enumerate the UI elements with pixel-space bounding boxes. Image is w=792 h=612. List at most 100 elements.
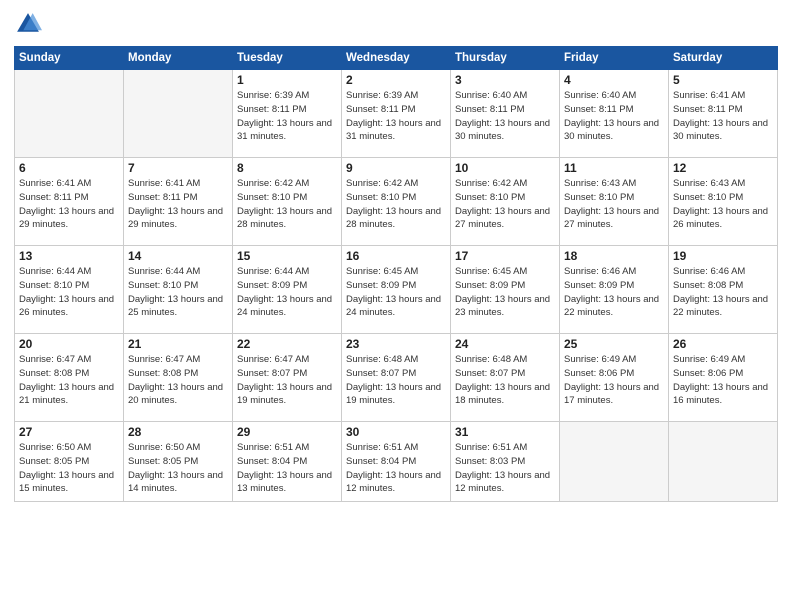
calendar-cell: 20 Sunrise: 6:47 AM Sunset: 8:08 PM Dayli… (15, 334, 124, 422)
day-number: 2 (346, 73, 446, 87)
calendar-cell: 31 Sunrise: 6:51 AM Sunset: 8:03 PM Dayli… (451, 422, 560, 502)
calendar-cell (124, 70, 233, 158)
day-number: 3 (455, 73, 555, 87)
day-detail: Sunrise: 6:44 AM Sunset: 8:09 PM Dayligh… (237, 265, 337, 320)
week-row-2: 13 Sunrise: 6:44 AM Sunset: 8:10 PM Dayli… (15, 246, 778, 334)
calendar-cell: 25Sunrise: 6:49 AM Sunset: 8:06 PM Dayli… (560, 334, 669, 422)
calendar-cell: 28 Sunrise: 6:50 AM Sunset: 8:05 PM Dayli… (124, 422, 233, 502)
day-detail: Sunrise: 6:41 AM Sunset: 8:11 PM Dayligh… (673, 89, 773, 144)
day-detail: Sunrise: 6:49 AM Sunset: 8:06 PM Dayligh… (673, 353, 773, 408)
day-detail: Sunrise: 6:42 AM Sunset: 8:10 PM Dayligh… (346, 177, 446, 232)
day-detail: Sunrise: 6:47 AM Sunset: 8:08 PM Dayligh… (19, 353, 119, 408)
day-detail: Sunrise: 6:51 AM Sunset: 8:04 PM Dayligh… (346, 441, 446, 496)
day-detail: Sunrise: 6:47 AM Sunset: 8:08 PM Dayligh… (128, 353, 228, 408)
day-detail: Sunrise: 6:42 AM Sunset: 8:10 PM Dayligh… (237, 177, 337, 232)
calendar-cell: 23 Sunrise: 6:48 AM Sunset: 8:07 PM Dayli… (342, 334, 451, 422)
day-number: 4 (564, 73, 664, 87)
day-detail: Sunrise: 6:51 AM Sunset: 8:04 PM Dayligh… (237, 441, 337, 496)
day-number: 28 (128, 425, 228, 439)
day-number: 21 (128, 337, 228, 351)
day-number: 10 (455, 161, 555, 175)
day-number: 9 (346, 161, 446, 175)
calendar-cell: 5 Sunrise: 6:41 AM Sunset: 8:11 PM Daylig… (669, 70, 778, 158)
calendar-cell (15, 70, 124, 158)
calendar-cell: 4 Sunrise: 6:40 AM Sunset: 8:11 PM Daylig… (560, 70, 669, 158)
day-detail: Sunrise: 6:41 AM Sunset: 8:11 PM Dayligh… (128, 177, 228, 232)
day-detail: Sunrise: 6:41 AM Sunset: 8:11 PM Dayligh… (19, 177, 119, 232)
day-number: 20 (19, 337, 119, 351)
weekday-header-row: SundayMondayTuesdayWednesdayThursdayFrid… (15, 47, 778, 70)
calendar-cell: 17 Sunrise: 6:45 AM Sunset: 8:09 PM Dayli… (451, 246, 560, 334)
calendar-cell: 30 Sunrise: 6:51 AM Sunset: 8:04 PM Dayli… (342, 422, 451, 502)
day-number: 17 (455, 249, 555, 263)
weekday-header-thursday: Thursday (451, 47, 560, 70)
day-number: 1 (237, 73, 337, 87)
day-number: 14 (128, 249, 228, 263)
day-detail: Sunrise: 6:46 AM Sunset: 8:08 PM Dayligh… (673, 265, 773, 320)
weekday-header-tuesday: Tuesday (233, 47, 342, 70)
day-detail: Sunrise: 6:46 AM Sunset: 8:09 PM Dayligh… (564, 265, 664, 320)
weekday-header-sunday: Sunday (15, 47, 124, 70)
weekday-header-friday: Friday (560, 47, 669, 70)
day-detail: Sunrise: 6:48 AM Sunset: 8:07 PM Dayligh… (455, 353, 555, 408)
calendar-cell: 26 Sunrise: 6:49 AM Sunset: 8:06 PM Dayli… (669, 334, 778, 422)
calendar-cell: 12Sunrise: 6:43 AM Sunset: 8:10 PM Dayli… (669, 158, 778, 246)
day-detail: Sunrise: 6:44 AM Sunset: 8:10 PM Dayligh… (19, 265, 119, 320)
calendar-cell (669, 422, 778, 502)
calendar-cell: 11 Sunrise: 6:43 AM Sunset: 8:10 PM Dayli… (560, 158, 669, 246)
day-detail: Sunrise: 6:45 AM Sunset: 8:09 PM Dayligh… (455, 265, 555, 320)
week-row-0: 1 Sunrise: 6:39 AM Sunset: 8:11 PM Daylig… (15, 70, 778, 158)
day-number: 25 (564, 337, 664, 351)
calendar-cell: 27Sunrise: 6:50 AM Sunset: 8:05 PM Dayli… (15, 422, 124, 502)
day-number: 26 (673, 337, 773, 351)
day-number: 15 (237, 249, 337, 263)
day-detail: Sunrise: 6:50 AM Sunset: 8:05 PM Dayligh… (128, 441, 228, 496)
day-detail: Sunrise: 6:39 AM Sunset: 8:11 PM Dayligh… (237, 89, 337, 144)
day-detail: Sunrise: 6:45 AM Sunset: 8:09 PM Dayligh… (346, 265, 446, 320)
calendar-cell: 9 Sunrise: 6:42 AM Sunset: 8:10 PM Daylig… (342, 158, 451, 246)
calendar-cell: 29Sunrise: 6:51 AM Sunset: 8:04 PM Dayli… (233, 422, 342, 502)
calendar-cell: 8 Sunrise: 6:42 AM Sunset: 8:10 PM Daylig… (233, 158, 342, 246)
day-detail: Sunrise: 6:51 AM Sunset: 8:03 PM Dayligh… (455, 441, 555, 496)
day-detail: Sunrise: 6:42 AM Sunset: 8:10 PM Dayligh… (455, 177, 555, 232)
logo-icon (14, 10, 42, 38)
day-number: 7 (128, 161, 228, 175)
logo (14, 10, 46, 38)
header (14, 10, 778, 38)
day-detail: Sunrise: 6:44 AM Sunset: 8:10 PM Dayligh… (128, 265, 228, 320)
calendar-table: SundayMondayTuesdayWednesdayThursdayFrid… (14, 46, 778, 502)
day-number: 18 (564, 249, 664, 263)
day-detail: Sunrise: 6:43 AM Sunset: 8:10 PM Dayligh… (673, 177, 773, 232)
calendar-cell: 6Sunrise: 6:41 AM Sunset: 8:11 PM Daylig… (15, 158, 124, 246)
calendar-cell: 2Sunrise: 6:39 AM Sunset: 8:11 PM Daylig… (342, 70, 451, 158)
day-number: 13 (19, 249, 119, 263)
day-detail: Sunrise: 6:40 AM Sunset: 8:11 PM Dayligh… (564, 89, 664, 144)
day-number: 16 (346, 249, 446, 263)
calendar-cell: 24Sunrise: 6:48 AM Sunset: 8:07 PM Dayli… (451, 334, 560, 422)
day-number: 5 (673, 73, 773, 87)
weekday-header-wednesday: Wednesday (342, 47, 451, 70)
week-row-4: 27Sunrise: 6:50 AM Sunset: 8:05 PM Dayli… (15, 422, 778, 502)
day-number: 8 (237, 161, 337, 175)
day-detail: Sunrise: 6:43 AM Sunset: 8:10 PM Dayligh… (564, 177, 664, 232)
day-number: 22 (237, 337, 337, 351)
weekday-header-saturday: Saturday (669, 47, 778, 70)
day-number: 11 (564, 161, 664, 175)
day-number: 31 (455, 425, 555, 439)
calendar-cell: 1 Sunrise: 6:39 AM Sunset: 8:11 PM Daylig… (233, 70, 342, 158)
calendar-cell: 10 Sunrise: 6:42 AM Sunset: 8:10 PM Dayli… (451, 158, 560, 246)
calendar-cell: 19Sunrise: 6:46 AM Sunset: 8:08 PM Dayli… (669, 246, 778, 334)
week-row-1: 6Sunrise: 6:41 AM Sunset: 8:11 PM Daylig… (15, 158, 778, 246)
day-detail: Sunrise: 6:50 AM Sunset: 8:05 PM Dayligh… (19, 441, 119, 496)
calendar-cell: 18 Sunrise: 6:46 AM Sunset: 8:09 PM Dayli… (560, 246, 669, 334)
calendar-cell: 21 Sunrise: 6:47 AM Sunset: 8:08 PM Dayli… (124, 334, 233, 422)
calendar-cell: 14 Sunrise: 6:44 AM Sunset: 8:10 PM Dayli… (124, 246, 233, 334)
calendar-cell: 3Sunrise: 6:40 AM Sunset: 8:11 PM Daylig… (451, 70, 560, 158)
calendar-cell: 7 Sunrise: 6:41 AM Sunset: 8:11 PM Daylig… (124, 158, 233, 246)
week-row-3: 20 Sunrise: 6:47 AM Sunset: 8:08 PM Dayli… (15, 334, 778, 422)
day-detail: Sunrise: 6:48 AM Sunset: 8:07 PM Dayligh… (346, 353, 446, 408)
day-number: 23 (346, 337, 446, 351)
weekday-header-monday: Monday (124, 47, 233, 70)
day-number: 30 (346, 425, 446, 439)
page: SundayMondayTuesdayWednesdayThursdayFrid… (0, 0, 792, 612)
